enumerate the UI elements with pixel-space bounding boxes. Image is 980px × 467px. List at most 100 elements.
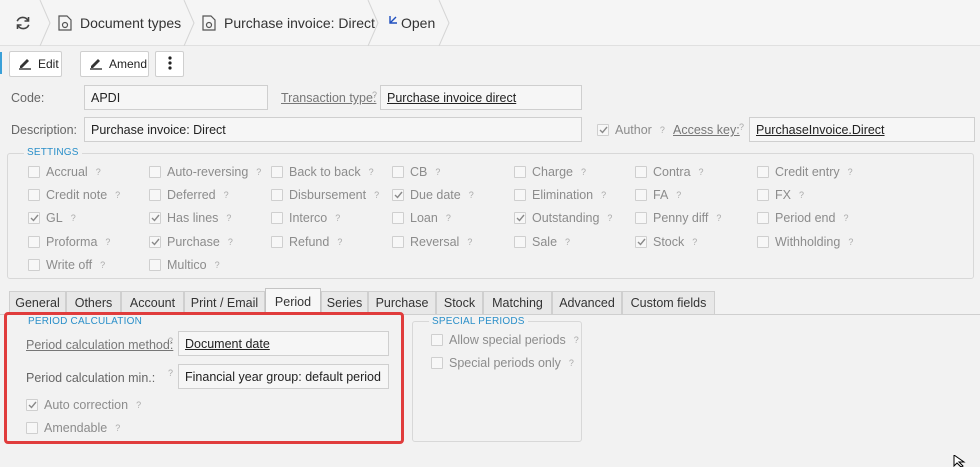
setting-label: Withholding <box>775 235 841 249</box>
reversal-checkbox[interactable]: Reversal? <box>392 235 472 249</box>
help-icon[interactable]: ? <box>100 260 105 270</box>
help-icon[interactable]: ? <box>256 167 261 177</box>
auto-reversing-checkbox[interactable]: Auto-reversing? <box>149 165 261 179</box>
help-icon[interactable]: ? <box>372 90 377 100</box>
help-icon[interactable]: ? <box>799 190 804 200</box>
checkbox-box <box>597 124 609 136</box>
tab-period[interactable]: Period <box>265 288 321 315</box>
transaction-type-label[interactable]: Transaction type: <box>281 91 376 105</box>
transaction-type-value: Purchase invoice direct <box>387 90 517 105</box>
period-end-checkbox[interactable]: Period end? <box>757 211 848 225</box>
accrual-checkbox[interactable]: Accrual? <box>28 165 101 179</box>
breadcrumb-item-purchase-invoice[interactable]: Purchase invoice: Direct <box>202 0 375 46</box>
checkbox-box <box>149 259 161 271</box>
chevron-separator-icon <box>183 0 195 46</box>
interco-checkbox[interactable]: Interco? <box>271 211 340 225</box>
access-key-value: PurchaseInvoice.Direct <box>756 122 885 137</box>
help-icon[interactable]: ? <box>337 237 342 247</box>
transaction-type-field[interactable]: Purchase invoice direct <box>380 85 582 110</box>
stock-checkbox[interactable]: Stock? <box>635 235 697 249</box>
tab-matching[interactable]: Matching <box>483 291 552 314</box>
more-button[interactable] <box>155 51 184 77</box>
help-icon[interactable]: ? <box>676 190 681 200</box>
help-icon[interactable]: ? <box>660 125 665 135</box>
special-periods-only-checkbox[interactable]: Special periods only ? <box>431 356 574 370</box>
help-icon[interactable]: ? <box>739 122 744 132</box>
help-icon[interactable]: ? <box>716 213 721 223</box>
help-icon[interactable]: ? <box>71 213 76 223</box>
outstanding-checkbox[interactable]: Outstanding? <box>514 211 612 225</box>
elimination-checkbox[interactable]: Elimination? <box>514 188 606 202</box>
help-icon[interactable]: ? <box>105 237 110 247</box>
help-icon[interactable]: ? <box>215 260 220 270</box>
help-icon[interactable]: ? <box>115 190 120 200</box>
fa-checkbox[interactable]: FA? <box>635 188 681 202</box>
help-icon[interactable]: ? <box>607 213 612 223</box>
loan-checkbox[interactable]: Loan? <box>392 211 451 225</box>
gl-checkbox[interactable]: GL? <box>28 211 76 225</box>
help-icon[interactable]: ? <box>699 167 704 177</box>
help-icon[interactable]: ? <box>848 237 853 247</box>
help-icon[interactable]: ? <box>574 335 579 345</box>
has-lines-checkbox[interactable]: Has lines? <box>149 211 231 225</box>
help-icon[interactable]: ? <box>467 237 472 247</box>
multico-checkbox[interactable]: Multico? <box>149 258 220 272</box>
help-icon[interactable]: ? <box>692 237 697 247</box>
cb-checkbox[interactable]: CB? <box>392 165 440 179</box>
tab-general[interactable]: General <box>9 291 66 314</box>
help-icon[interactable]: ? <box>335 213 340 223</box>
charge-checkbox[interactable]: Charge? <box>514 165 586 179</box>
purchase-checkbox[interactable]: Purchase? <box>149 235 233 249</box>
tab-others[interactable]: Others <box>66 291 121 314</box>
breadcrumb-item-document-types[interactable]: Document types <box>58 0 181 46</box>
help-icon[interactable]: ? <box>226 213 231 223</box>
description-field[interactable]: Purchase invoice: Direct <box>84 117 582 142</box>
tab-advanced[interactable]: Advanced <box>552 291 622 314</box>
refund-checkbox[interactable]: Refund? <box>271 235 342 249</box>
help-icon[interactable]: ? <box>469 190 474 200</box>
breadcrumb-item-open[interactable]: Open <box>388 0 435 46</box>
code-field[interactable]: APDI <box>84 85 268 110</box>
help-icon[interactable]: ? <box>374 190 379 200</box>
proforma-checkbox[interactable]: Proforma? <box>28 235 110 249</box>
access-key-label[interactable]: Access key: <box>673 123 740 137</box>
due-date-checkbox[interactable]: Due date? <box>392 188 474 202</box>
sale-checkbox[interactable]: Sale? <box>514 235 570 249</box>
penny-diff-checkbox[interactable]: Penny diff? <box>635 211 721 225</box>
disbursement-checkbox[interactable]: Disbursement? <box>271 188 379 202</box>
help-icon[interactable]: ? <box>601 190 606 200</box>
help-icon[interactable]: ? <box>843 213 848 223</box>
tab-print-email[interactable]: Print / Email <box>184 291 265 314</box>
tab-stock[interactable]: Stock <box>436 291 483 314</box>
fx-checkbox[interactable]: FX? <box>757 188 804 202</box>
tab-purchase[interactable]: Purchase <box>368 291 436 314</box>
tab-custom-fields[interactable]: Custom fields <box>622 291 715 314</box>
access-key-field[interactable]: PurchaseInvoice.Direct <box>749 117 975 142</box>
withholding-checkbox[interactable]: Withholding? <box>757 235 853 249</box>
help-icon[interactable]: ? <box>581 167 586 177</box>
write-off-checkbox[interactable]: Write off? <box>28 258 105 272</box>
help-icon[interactable]: ? <box>565 237 570 247</box>
help-icon[interactable]: ? <box>96 167 101 177</box>
deferred-checkbox[interactable]: Deferred? <box>149 188 229 202</box>
refresh-button[interactable] <box>14 0 32 46</box>
help-icon[interactable]: ? <box>848 167 853 177</box>
back-to-back-checkbox[interactable]: Back to back? <box>271 165 374 179</box>
help-icon[interactable]: ? <box>569 358 574 368</box>
tab-account[interactable]: Account <box>121 291 184 314</box>
help-icon[interactable]: ? <box>446 213 451 223</box>
author-checkbox[interactable]: Author ? <box>597 123 665 137</box>
checkbox-box <box>392 166 404 178</box>
help-icon[interactable]: ? <box>369 167 374 177</box>
setting-label: CB <box>410 165 428 179</box>
contra-checkbox[interactable]: Contra? <box>635 165 704 179</box>
credit-note-checkbox[interactable]: Credit note? <box>28 188 120 202</box>
tab-series[interactable]: Series <box>321 291 368 314</box>
edit-button[interactable]: Edit <box>9 51 62 77</box>
amend-button[interactable]: Amend <box>80 51 149 77</box>
help-icon[interactable]: ? <box>228 237 233 247</box>
allow-special-periods-checkbox[interactable]: Allow special periods ? <box>431 333 579 347</box>
help-icon[interactable]: ? <box>224 190 229 200</box>
help-icon[interactable]: ? <box>435 167 440 177</box>
credit-entry-checkbox[interactable]: Credit entry? <box>757 165 853 179</box>
